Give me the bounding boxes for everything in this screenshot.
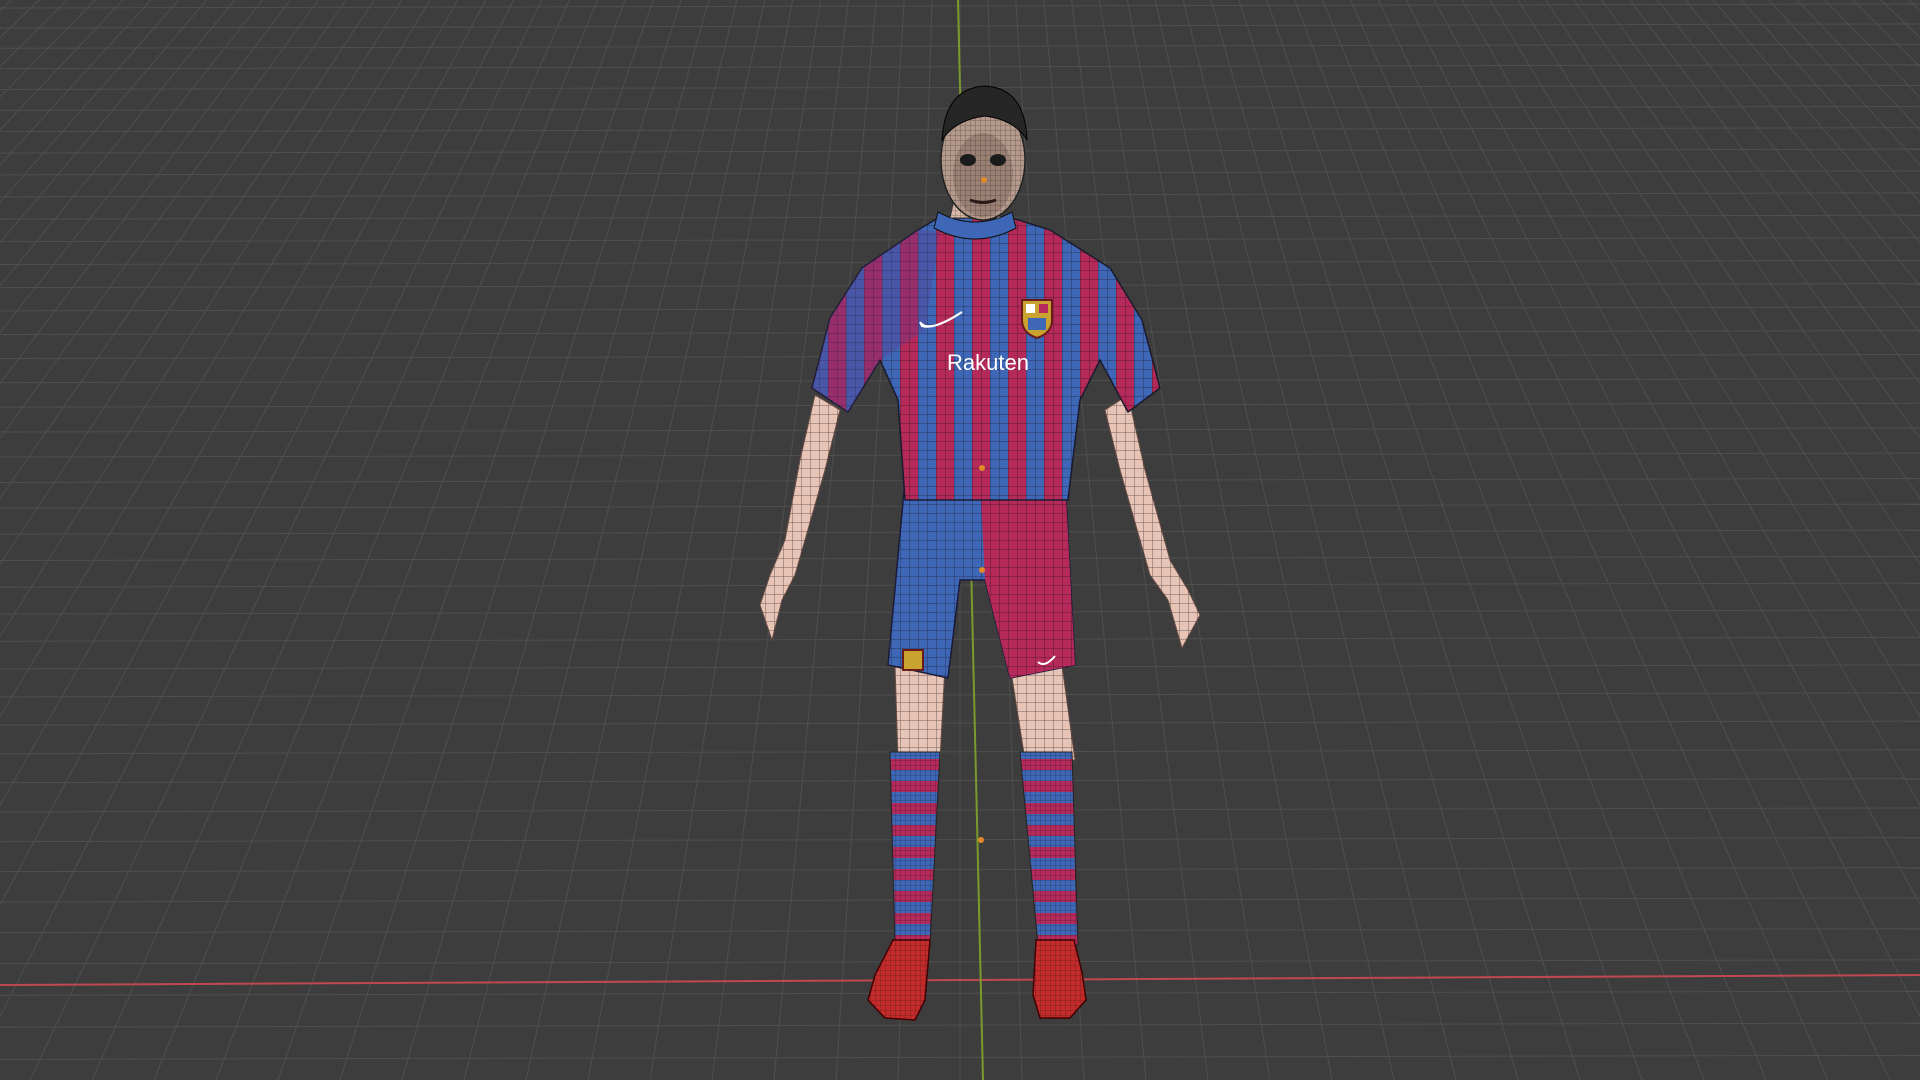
grid-line [1182,0,1457,1080]
grid-line [0,0,487,906]
left-eye [960,154,976,166]
grid-line [1880,0,1920,39]
pivot-point[interactable] [978,837,984,843]
jersey-sponsor-text: Rakuten [947,350,1029,375]
pivot-point[interactable] [979,465,985,471]
grid-line [1768,0,1920,166]
grid-line [711,0,849,1080]
grid-line [0,0,319,440]
club-crest-icon [1021,299,1053,340]
grid-line [1322,0,1767,1080]
grid-line [0,0,180,204]
grid-line [339,0,682,1080]
grid-line [91,0,570,1080]
3d-viewport[interactable]: Rakuten [0,0,1920,1080]
pivot-point[interactable] [981,177,987,183]
grid-line [29,0,542,1080]
grid-line [463,0,738,1080]
grid-line [1405,0,1920,1018]
grid-line [1824,0,1920,98]
grid-line [0,0,375,566]
grid-line [277,0,654,1080]
grid-line [1852,0,1920,68]
grid-line [1210,0,1519,1080]
pivot-point[interactable] [979,567,985,573]
grid-line [0,0,208,244]
grid-line [1712,0,1920,244]
grid-line [525,0,766,1080]
grid-line [0,0,263,334]
grid-line [1740,0,1920,204]
right-eye [990,154,1006,166]
grid-line [1545,0,1920,566]
grid-line [587,0,794,1080]
grid-line [153,0,598,1080]
grid-line [1573,0,1920,500]
grid-line [0,0,96,98]
grid-line [1350,0,1829,1080]
grid-line [0,0,12,12]
grid-line [1657,0,1920,334]
grid-line [1294,0,1705,1080]
right-arm-mesh [1105,395,1200,648]
shorts-crest-icon [902,649,924,671]
grid-line [215,0,626,1080]
grid-line [401,0,710,1080]
grid-line [0,0,40,39]
grid-line [0,0,152,166]
grid-line [1266,0,1643,1080]
footballer-model[interactable]: Rakuten [759,85,1201,1021]
left-arm-mesh [760,395,840,640]
viewport-scene: Rakuten [0,0,1920,1080]
grid-line [0,0,347,500]
grid-line [1433,0,1920,906]
grid-line [1601,0,1920,440]
grid-line [1154,0,1395,1080]
grid-line [1629,0,1920,385]
grid-line [0,0,68,68]
grid-line [1099,0,1271,1080]
grid-line [1378,0,1891,1080]
grid-line [0,0,515,1018]
grid-line [1908,0,1920,12]
grid-line [0,0,291,385]
grid-line [1238,0,1581,1080]
